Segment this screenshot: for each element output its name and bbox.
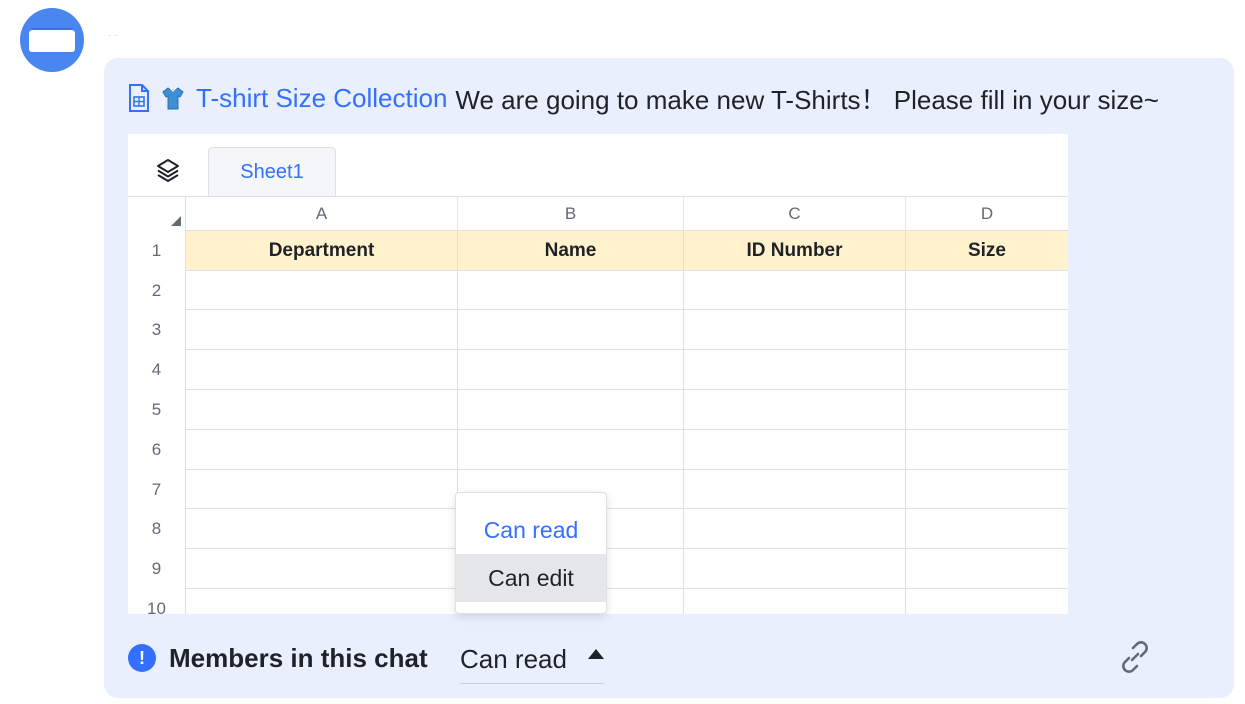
sheet-cell[interactable]	[684, 509, 906, 549]
sheet-cell[interactable]	[186, 430, 458, 470]
row-number[interactable]: 6	[128, 430, 186, 470]
sheet-cell[interactable]	[684, 470, 906, 509]
column-header-d[interactable]: D	[906, 197, 1068, 230]
sheet-cell[interactable]	[186, 589, 458, 614]
row-number[interactable]: 8	[128, 509, 186, 549]
sheet-cell[interactable]	[186, 549, 458, 589]
header-cell-size[interactable]: Size	[906, 230, 1068, 271]
sheet-cell[interactable]	[684, 589, 906, 614]
permission-value: Can read	[460, 643, 567, 674]
sheet-cell[interactable]	[186, 350, 458, 390]
row-number[interactable]: 1	[128, 230, 186, 271]
sheet-cell[interactable]	[458, 390, 684, 430]
sheet-cell[interactable]	[906, 390, 1068, 430]
sheet-cell[interactable]	[906, 549, 1068, 589]
sheet-doc-icon	[129, 84, 149, 112]
sheet-cell[interactable]	[186, 390, 458, 430]
header-cell-name[interactable]: Name	[458, 230, 684, 271]
sheet-cell[interactable]	[906, 430, 1068, 470]
option-can-edit[interactable]: Can edit	[456, 554, 606, 602]
sheet-cell[interactable]	[458, 310, 684, 350]
link-icon[interactable]	[1118, 640, 1152, 674]
sheet-cell[interactable]	[186, 509, 458, 549]
row-number[interactable]: 10	[128, 589, 186, 614]
permission-dropdown-menu: Can read Can edit	[455, 492, 607, 614]
row-number[interactable]: 2	[128, 271, 186, 310]
sheet-cell[interactable]	[906, 509, 1068, 549]
row-number[interactable]: 7	[128, 470, 186, 509]
sheet-cell[interactable]	[684, 390, 906, 430]
message-body: We are going to make new T-Shirts！ Pleas…	[455, 84, 1159, 115]
column-header-a[interactable]: A	[186, 197, 458, 230]
sheet-cell[interactable]	[458, 271, 684, 310]
sheet-cell[interactable]	[684, 430, 906, 470]
sheet-cell[interactable]	[684, 549, 906, 589]
row-number[interactable]: 9	[128, 549, 186, 589]
sheet-tabbar: Sheet1	[128, 134, 1068, 197]
members-label: Members in this chat	[169, 642, 428, 673]
sheet-cell[interactable]	[906, 470, 1068, 509]
caret-up-icon	[588, 649, 604, 659]
sheet-cell[interactable]	[906, 589, 1068, 614]
message-text-line: T-shirt Size Collection We are going to …	[128, 82, 1159, 115]
sheet-cell[interactable]	[906, 310, 1068, 350]
row-number[interactable]: 4	[128, 350, 186, 390]
sheet-cell[interactable]	[906, 350, 1068, 390]
header-cell-department[interactable]: Department	[186, 230, 458, 271]
header-cell-id-number[interactable]: ID Number	[684, 230, 906, 271]
sender-name: · ·	[108, 30, 118, 41]
sender-avatar[interactable]	[20, 8, 84, 72]
sheet-cell[interactable]	[186, 310, 458, 350]
column-header-b[interactable]: B	[458, 197, 684, 230]
permission-select[interactable]: Can read	[460, 638, 604, 684]
sheet-cell[interactable]	[684, 271, 906, 310]
row-number[interactable]: 3	[128, 310, 186, 350]
row-number[interactable]: 5	[128, 390, 186, 430]
tshirt-icon	[162, 87, 184, 110]
sheet-cell[interactable]	[906, 271, 1068, 310]
tab-sheet1[interactable]: Sheet1	[208, 147, 336, 196]
layers-icon[interactable]	[156, 158, 180, 182]
sheet-cell[interactable]	[186, 470, 458, 509]
sheet-cell[interactable]	[684, 310, 906, 350]
info-icon: !	[128, 644, 156, 672]
select-all-corner[interactable]	[128, 197, 186, 230]
option-can-read[interactable]: Can read	[456, 506, 606, 554]
sheet-cell[interactable]	[186, 271, 458, 310]
sheet-cell[interactable]	[684, 350, 906, 390]
sheet-cell[interactable]	[458, 430, 684, 470]
sheet-cell[interactable]	[458, 350, 684, 390]
column-header-c[interactable]: C	[684, 197, 906, 230]
doc-title-link[interactable]: T-shirt Size Collection	[196, 83, 447, 114]
